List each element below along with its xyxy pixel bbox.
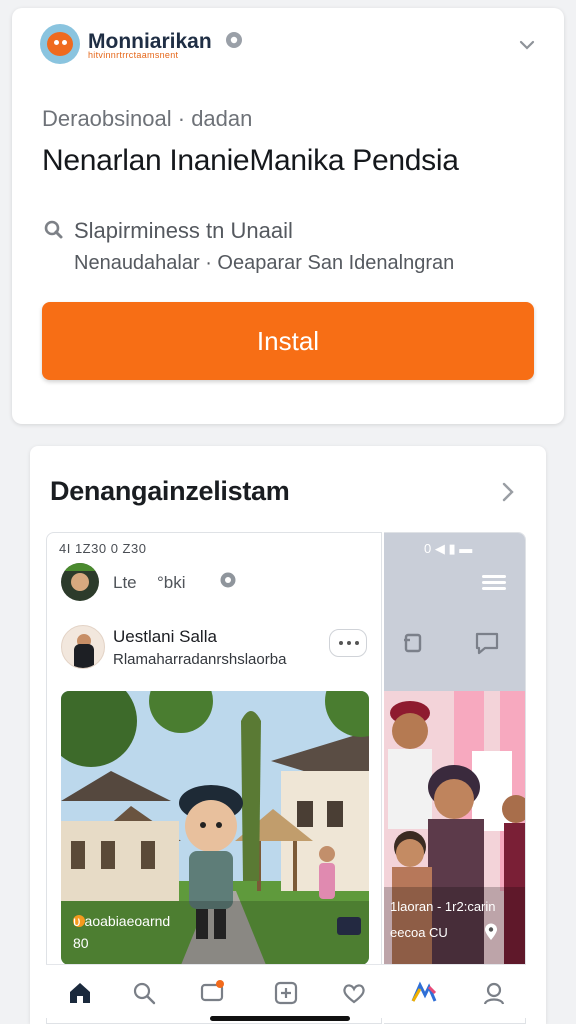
app-meta-line1: Slapirminess tn Unaail <box>74 218 293 243</box>
verified-badge-icon <box>220 572 236 588</box>
status-bar-text: 0 ◀ ▮ ▬ <box>424 541 473 556</box>
photo-caption: 1laoran - 1r2:carin <box>390 899 496 914</box>
photo-caption-count: 80 <box>73 935 89 951</box>
app-bottom-nav <box>46 964 526 1018</box>
app-meta-line2: Nenaudahalar · Oeaparar San Idenalngran <box>74 252 455 274</box>
app-install-card: Monniarikan hitvinnrtrrctaamsnent Deraob… <box>12 8 564 424</box>
owl-logo-icon <box>40 24 80 64</box>
location-pin-icon <box>44 220 63 239</box>
status-bar-text: 4I 1Z30 0 Z30 <box>59 541 147 556</box>
photo-caption: ʋ aoabiaeoarnd <box>73 913 171 929</box>
profile-icon[interactable] <box>480 979 508 1007</box>
post-author-avatar <box>61 625 105 669</box>
comment-icon[interactable] <box>474 631 500 655</box>
location-pin-icon[interactable] <box>484 923 498 941</box>
share-icon[interactable] <box>402 631 426 655</box>
app-category: Deraobsinoal · dadan <box>42 106 253 131</box>
family-photo-image <box>384 691 525 965</box>
app-screenshot-2[interactable]: 0 ◀ ▮ ▬ 1laoran - 1r2:carin eecoa CU <box>384 532 526 1024</box>
home-indicator[interactable] <box>210 1016 350 1021</box>
profile-handle: °bki <box>157 573 186 592</box>
photo-caption-secondary: eecoa CU <box>390 925 448 940</box>
search-icon[interactable] <box>130 979 158 1007</box>
developer-subtitle: hitvinnrtrrctaamsnent <box>88 50 179 60</box>
add-icon[interactable] <box>272 979 300 1007</box>
avatar <box>61 563 99 601</box>
profile-label: Lte <box>113 573 137 592</box>
heart-icon[interactable] <box>340 979 368 1007</box>
post-subtitle: Rlamaharradanrshslaorba <box>113 651 287 668</box>
home-icon[interactable] <box>66 979 94 1007</box>
chevron-down-icon[interactable] <box>516 34 538 56</box>
chat-icon[interactable] <box>198 979 226 1007</box>
chevron-right-icon[interactable] <box>496 478 520 506</box>
menu-icon[interactable] <box>482 573 506 591</box>
app-screenshot-1[interactable]: 4I 1Z30 0 Z30 Lte °bki Uestlani Salla Rl… <box>46 532 382 1024</box>
screenshots-preview-card: Denangainzelistam 4I 1Z30 0 Z30 Lte °bki… <box>30 446 546 1024</box>
more-options-button[interactable] <box>329 629 367 657</box>
rainbow-icon[interactable] <box>410 979 438 1007</box>
preview-section-title[interactable]: Denangainzelistam <box>50 476 290 507</box>
post-author-name: Uestlani Salla <box>113 627 217 646</box>
post-photo-family: 1laoran - 1r2:carin eecoa CU <box>384 691 525 965</box>
app-title: Nenarlan InanieManika Pendsia <box>42 144 459 177</box>
verified-badge-icon <box>226 32 242 48</box>
install-button[interactable]: Instal <box>42 302 534 380</box>
post-photo-village: ʋ aoabiaeoarnd 80 <box>61 691 369 965</box>
